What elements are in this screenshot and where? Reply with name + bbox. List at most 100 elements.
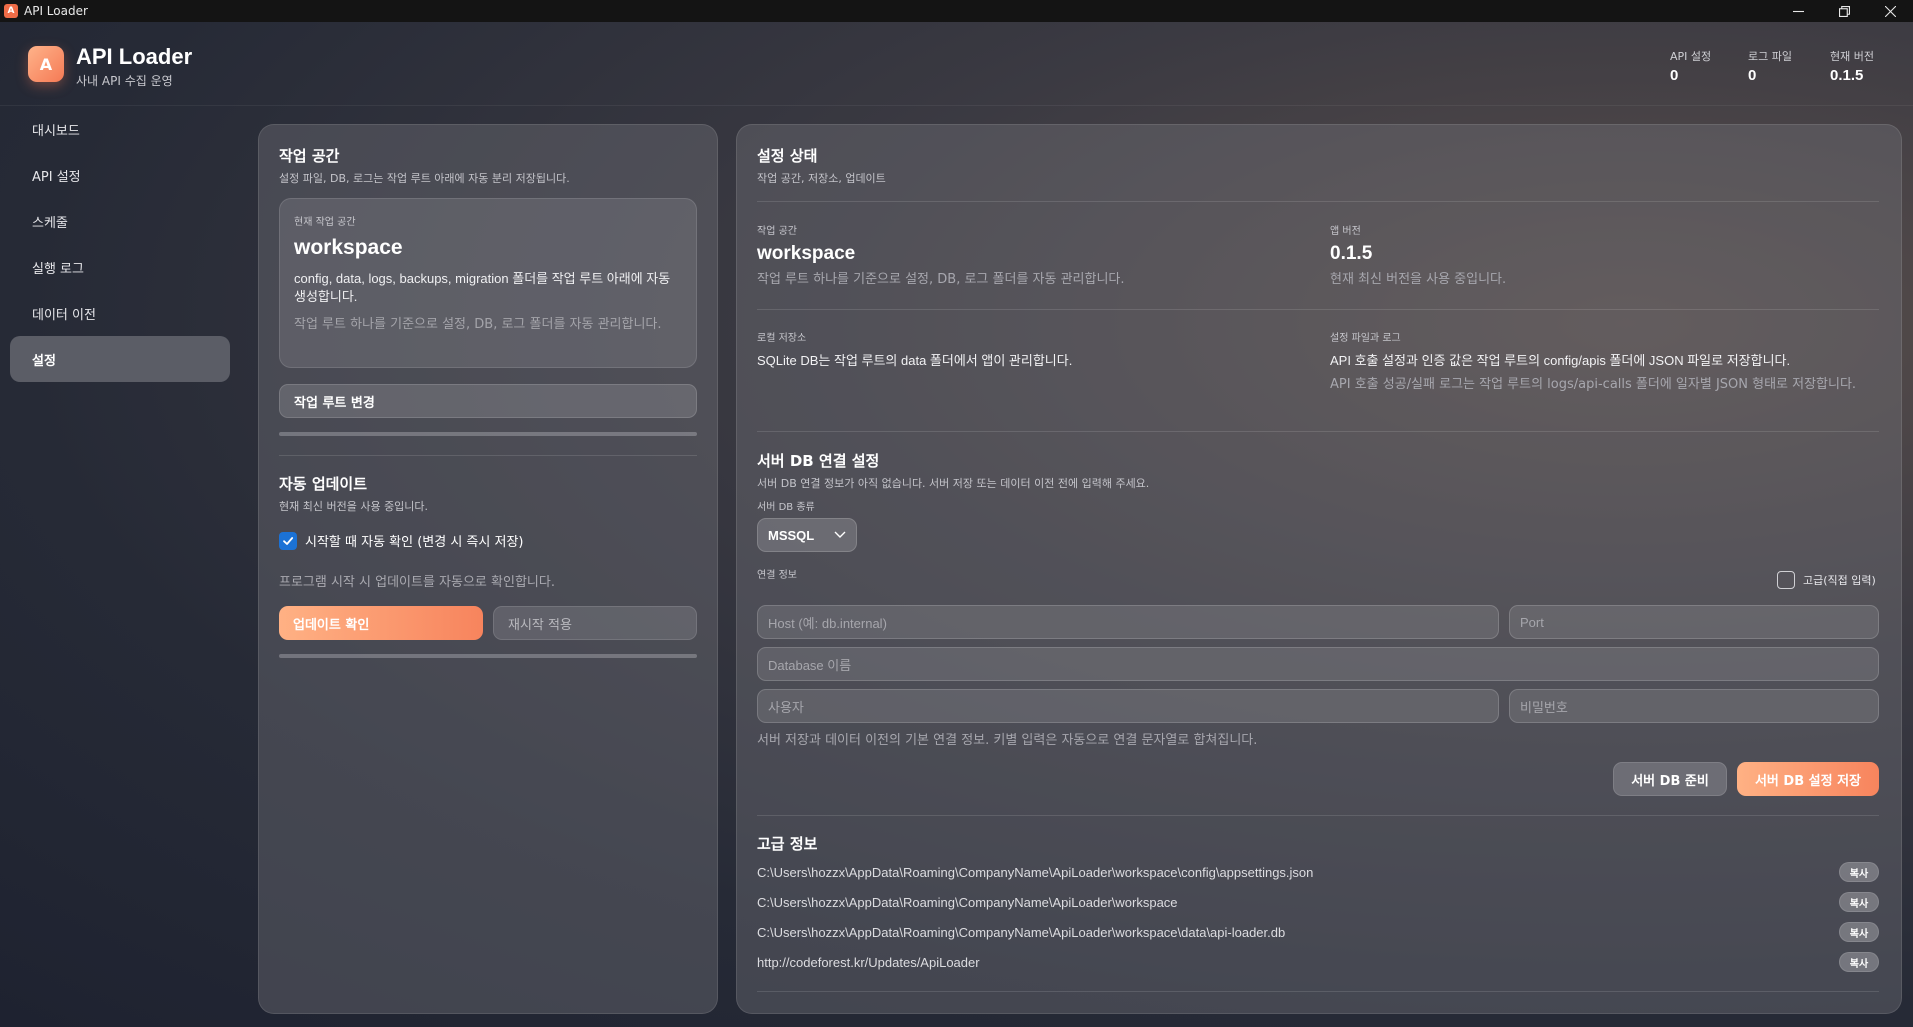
prepare-serverdb-button[interactable]: 서버 DB 준비 [1613,762,1727,796]
stat-api-settings: API 설정 0 [1670,48,1711,84]
close-button[interactable] [1867,0,1913,22]
sidebar-item-api-settings[interactable]: API 설정 [10,152,230,198]
checkmark-icon [283,536,294,545]
stat-label: 현재 버전 [1830,50,1874,63]
update-hint: 프로그램 시작 시 업데이트를 자동으로 확인합니다. [279,575,555,590]
update-subtitle: 현재 최신 버전을 사용 중입니다. [279,500,429,513]
copy-button[interactable]: 복사 [1839,952,1879,972]
app-header: A API Loader 사내 API 수집 운영 API 설정 0 로그 파일… [0,22,1913,106]
section-divider [757,201,1879,202]
sidebar-item-schedule[interactable]: 스케줄 [10,198,230,244]
advanced-input-label: 고급(직접 입력) [1803,574,1876,587]
chevron-down-icon [834,531,846,538]
auto-check-checkbox[interactable] [279,531,297,550]
section-divider [757,431,1879,432]
path-text: C:\Users\hozzx\AppData\Roaming\CompanyNa… [757,864,1314,880]
serverdb-note: 서버 저장과 데이터 이전의 기본 연결 정보. 키별 입력은 자동으로 연결 … [757,733,1258,748]
app-logo: A [28,46,64,82]
stat-current-version: 현재 버전 0.1.5 [1830,48,1874,84]
workspace-title: 작업 공간 [279,147,340,165]
sidebar-nav: 대시보드 API 설정 스케줄 실행 로그 데이터 이전 설정 [10,106,230,382]
sidebar-item-settings[interactable]: 설정 [10,336,230,382]
sidebar-item-run-log[interactable]: 실행 로그 [10,244,230,290]
status-files-text: API 호출 설정과 인증 값은 작업 루트의 config/apis 폴더에 … [1330,353,1791,368]
auto-check-row: 시작할 때 자동 확인 (변경 시 즉시 저장) [279,531,523,550]
current-workspace-desc-secondary: 작업 루트 하나를 기준으로 설정, DB, 로그 폴더를 자동 관리합니다. [294,317,662,332]
section-divider [757,815,1879,816]
restore-icon [1838,5,1850,17]
path-text: http://codeforest.kr/Updates/ApiLoader [757,954,980,970]
stat-value: 0.1.5 [1830,67,1864,84]
path-row-appsettings: C:\Users\hozzx\AppData\Roaming\CompanyNa… [757,862,1879,882]
status-subtitle: 작업 공간, 저장소, 업데이트 [757,172,886,185]
copy-button[interactable]: 복사 [1839,892,1879,912]
minimize-button[interactable] [1775,0,1821,22]
status-workspace: 작업 공간 workspace 작업 루트 하나를 기준으로 설정, DB, 로… [757,222,1297,289]
status-workspace-label: 작업 공간 [757,226,797,237]
section-divider [279,455,697,456]
serverdb-type-select[interactable]: MSSQL [757,518,857,552]
status-local-storage: 로컬 저장소 SQLite DB는 작업 루트의 data 폴더에서 앱이 관리… [757,329,1297,370]
status-version: 앱 버전 0.1.5 현재 최신 버전을 사용 중입니다. [1330,222,1880,289]
window-controls [1775,0,1913,22]
path-row-workspace: C:\Users\hozzx\AppData\Roaming\CompanyNa… [757,892,1879,912]
window-titlebar: A API Loader [0,0,1913,22]
user-input[interactable]: 사용자 [757,689,1499,723]
window-title: API Loader [24,4,88,18]
serverdb-conn-label: 연결 정보 [757,570,797,581]
current-workspace-name: workspace [294,236,403,259]
change-workspace-root-button[interactable]: 작업 루트 변경 [279,384,697,418]
app-window-icon: A [4,4,18,18]
path-text: C:\Users\hozzx\AppData\Roaming\CompanyNa… [757,924,1286,940]
status-workspace-value: workspace [757,243,856,264]
save-serverdb-button[interactable]: 서버 DB 설정 저장 [1737,762,1879,796]
workspace-progress-bar [279,432,697,436]
serverdb-type-label: 서버 DB 종류 [757,502,815,513]
copy-button[interactable]: 복사 [1839,862,1879,882]
copy-button[interactable]: 복사 [1839,922,1879,942]
section-divider [757,991,1879,992]
check-update-button[interactable]: 업데이트 확인 [279,606,483,640]
sidebar-item-data-migration[interactable]: 데이터 이전 [10,290,230,336]
section-divider [757,309,1879,310]
restart-apply-button[interactable]: 재시작 적용 [493,606,697,640]
workspace-subtitle: 설정 파일, DB, 로그는 작업 루트 아래에 자동 분리 저장됩니다. [279,172,570,185]
current-workspace-desc: config, data, logs, backups, migration 폴… [294,271,671,304]
path-row-update-url: http://codeforest.kr/Updates/ApiLoader 복… [757,952,1879,972]
serverdb-subtitle: 서버 DB 연결 정보가 아직 없습니다. 서버 저장 또는 데이터 이전 전에… [757,477,1150,490]
advanced-input-row: 고급(직접 입력) [1777,571,1876,589]
stat-value: 0 [1670,67,1679,84]
status-files-label: 설정 파일과 로그 [1330,333,1401,344]
advanced-title: 고급 정보 [757,835,818,853]
password-input[interactable]: 비밀번호 [1509,689,1879,723]
advanced-input-checkbox[interactable] [1777,571,1795,589]
status-files-desc: API 호출 성공/실패 로그는 작업 루트의 logs/api-calls 폴… [1330,377,1857,392]
workspace-panel: 작업 공간 설정 파일, DB, 로그는 작업 루트 아래에 자동 분리 저장됩… [258,124,718,1014]
current-workspace-card: 현재 작업 공간 workspace config, data, logs, b… [279,198,697,368]
serverdb-title: 서버 DB 연결 설정 [757,452,880,470]
status-version-desc: 현재 최신 버전을 사용 중입니다. [1330,272,1507,287]
status-workspace-desc: 작업 루트 하나를 기준으로 설정, DB, 로그 폴더를 자동 관리합니다. [757,272,1125,287]
path-row-database: C:\Users\hozzx\AppData\Roaming\CompanyNa… [757,922,1879,942]
stat-value: 0 [1748,67,1757,84]
status-version-label: 앱 버전 [1330,226,1361,237]
app-name: API Loader [76,44,193,69]
restore-button[interactable] [1821,0,1867,22]
database-input[interactable]: Database 이름 [757,647,1879,681]
stat-log-files: 로그 파일 0 [1748,48,1792,84]
status-version-value: 0.1.5 [1330,243,1373,264]
app-subtitle: 사내 API 수집 운영 [76,74,173,88]
host-input[interactable]: Host (예: db.internal) [757,605,1499,639]
serverdb-type-value: MSSQL [768,527,815,543]
status-local-label: 로컬 저장소 [757,333,807,344]
path-text: C:\Users\hozzx\AppData\Roaming\CompanyNa… [757,894,1178,910]
port-input[interactable]: Port [1509,605,1879,639]
stat-label: API 설정 [1670,50,1712,63]
sidebar-item-dashboard[interactable]: 대시보드 [10,106,230,152]
status-title: 설정 상태 [757,147,818,165]
close-icon [1884,5,1896,17]
stat-label: 로그 파일 [1748,50,1792,63]
settings-status-panel: 설정 상태 작업 공간, 저장소, 업데이트 작업 공간 workspace 작… [736,124,1902,1014]
auto-check-label: 시작할 때 자동 확인 (변경 시 즉시 저장) [305,535,524,550]
update-progress-bar [279,654,697,658]
